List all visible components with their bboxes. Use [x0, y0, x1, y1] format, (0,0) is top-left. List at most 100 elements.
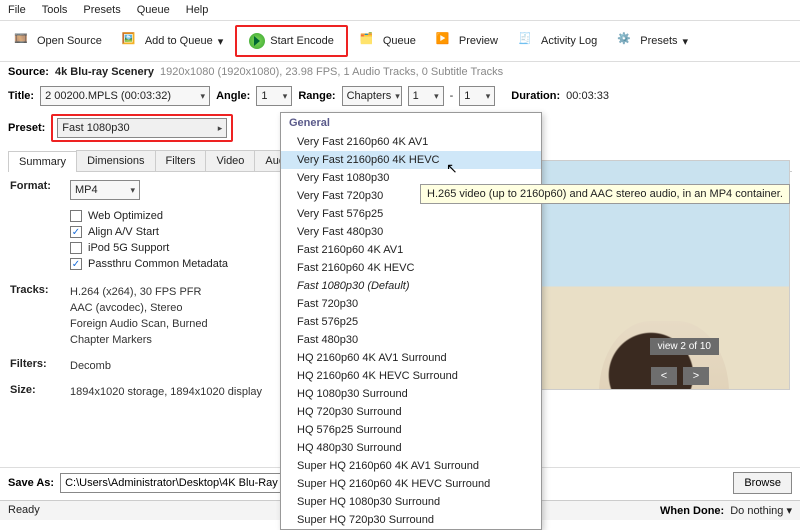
menu-file[interactable]: File	[8, 4, 26, 16]
add-queue-label: Add to Queue	[145, 35, 213, 47]
preset-option[interactable]: Super HQ 1080p30 Surround	[281, 493, 541, 511]
activity-log-button[interactable]: 🧾 Activity Log	[510, 28, 605, 54]
queue-button[interactable]: 🗂️ Queue	[352, 28, 424, 54]
angle-label: Angle:	[216, 90, 250, 102]
menu-presets[interactable]: Presets	[83, 4, 120, 16]
preset-option[interactable]: HQ 720p30 Surround	[281, 403, 541, 421]
presets-button[interactable]: ⚙️ Presets ▾	[609, 28, 696, 54]
title-select[interactable]: 2 00200.MPLS (00:03:32)▾	[40, 86, 210, 106]
preset-option[interactable]: Super HQ 2160p60 4K AV1 Surround	[281, 457, 541, 475]
filters-value: Decomb	[70, 358, 290, 374]
start-encode-button[interactable]: Start Encode	[241, 29, 342, 53]
preset-highlight: Fast 1080p30▸	[51, 114, 233, 142]
mouse-cursor-icon: ↖	[446, 160, 458, 177]
preview-counter: view 2 of 10	[650, 338, 719, 355]
when-done-select[interactable]: Do nothing ▾	[730, 504, 792, 517]
preview-next-button[interactable]: >	[683, 367, 709, 385]
preset-option[interactable]: Very Fast 480p30	[281, 223, 541, 241]
save-as-label: Save As:	[8, 477, 54, 489]
source-label: Source:	[8, 66, 49, 78]
preset-option[interactable]: HQ 1080p30 Surround	[281, 385, 541, 403]
open-source-button[interactable]: 🎞️ Open Source	[6, 28, 110, 54]
preview-icon: ▶️	[436, 32, 454, 50]
source-meta: 1920x1080 (1920x1080), 23.98 FPS, 1 Audi…	[160, 66, 503, 78]
preset-option[interactable]: Super HQ 2160p60 4K HEVC Surround	[281, 475, 541, 493]
preset-option[interactable]: Super HQ 720p30 Surround	[281, 511, 541, 529]
preset-option[interactable]: Fast 480p30	[281, 331, 541, 349]
tracks-label: Tracks:	[10, 284, 70, 348]
preset-value: Fast 1080p30	[62, 122, 129, 134]
preset-option[interactable]: Very Fast 2160p60 4K AV1	[281, 133, 541, 151]
range-from: 1	[413, 90, 419, 102]
range-select[interactable]: Chapters▾	[342, 86, 402, 106]
preset-tooltip: H.265 video (up to 2160p60) and AAC ster…	[420, 184, 790, 204]
chevron-down-icon: ▾	[683, 35, 689, 48]
preset-option[interactable]: Very Fast 2160p60 4K HEVC	[281, 151, 541, 169]
status-text: Ready	[8, 504, 40, 517]
when-done-label: When Done:	[660, 505, 724, 517]
title-value: 2 00200.MPLS (00:03:32)	[45, 90, 171, 102]
range-to-select[interactable]: 1▾	[459, 86, 495, 106]
angle-select[interactable]: 1▾	[256, 86, 292, 106]
preset-option[interactable]: Fast 2160p60 4K AV1	[281, 241, 541, 259]
format-label: Format:	[10, 180, 70, 200]
menu-help[interactable]: Help	[186, 4, 209, 16]
chevron-down-icon: ▾	[218, 35, 224, 48]
check-web-optimized[interactable]: Web Optimized	[70, 210, 290, 222]
start-encode-highlight: Start Encode	[235, 25, 348, 57]
queue-label: Queue	[383, 35, 416, 47]
check-ipod-label: iPod 5G Support	[88, 242, 169, 254]
preset-label: Preset:	[8, 122, 45, 134]
size-label: Size:	[10, 384, 70, 400]
gear-icon: ⚙️	[617, 32, 635, 50]
menu-bar: File Tools Presets Queue Help	[0, 0, 800, 21]
presets-label: Presets	[640, 35, 677, 47]
filters-label: Filters:	[10, 358, 70, 374]
preset-option[interactable]: Fast 720p30	[281, 295, 541, 313]
check-passthru-meta[interactable]: ✓Passthru Common Metadata	[70, 258, 290, 270]
preset-option[interactable]: Fast 2160p60 4K HEVC	[281, 259, 541, 277]
checkbox-icon	[70, 242, 82, 254]
preset-dropdown: General Very Fast 2160p60 4K AV1Very Fas…	[280, 112, 542, 530]
menu-tools[interactable]: Tools	[42, 4, 68, 16]
queue-icon: 🗂️	[360, 32, 378, 50]
open-source-label: Open Source	[37, 35, 102, 47]
add-to-queue-button[interactable]: 🖼️ Add to Queue ▾	[114, 28, 231, 54]
when-done-value: Do nothing	[730, 505, 783, 517]
checkbox-icon: ✓	[70, 258, 82, 270]
range-label: Range:	[298, 90, 335, 102]
tab-dimensions[interactable]: Dimensions	[76, 150, 155, 171]
range-from-select[interactable]: 1▾	[408, 86, 444, 106]
duration-value: 00:03:33	[566, 90, 609, 102]
tracks-value: H.264 (x264), 30 FPS PFR AAC (avcodec), …	[70, 284, 290, 348]
activity-label: Activity Log	[541, 35, 597, 47]
film-icon: 🎞️	[14, 32, 32, 50]
log-icon: 🧾	[518, 32, 536, 50]
save-as-input[interactable]	[60, 473, 290, 493]
tab-summary[interactable]: Summary	[8, 151, 77, 172]
preset-option[interactable]: HQ 2160p60 4K AV1 Surround	[281, 349, 541, 367]
title-row: Title: 2 00200.MPLS (00:03:32)▾ Angle: 1…	[0, 82, 800, 110]
check-align-label: Align A/V Start	[88, 226, 159, 238]
preset-option[interactable]: Very Fast 576p25	[281, 205, 541, 223]
format-value: MP4	[75, 184, 98, 196]
preview-prev-button[interactable]: <	[651, 367, 677, 385]
preset-option[interactable]: Fast 1080p30 (Default)	[281, 277, 541, 295]
preset-combo[interactable]: Fast 1080p30▸	[57, 118, 227, 138]
tab-video[interactable]: Video	[205, 150, 255, 171]
check-align-av[interactable]: ✓Align A/V Start	[70, 226, 290, 238]
preview-button[interactable]: ▶️ Preview	[428, 28, 506, 54]
preset-option[interactable]: HQ 576p25 Surround	[281, 421, 541, 439]
source-row: Source: 4k Blu-ray Scenery 1920x1080 (19…	[0, 62, 800, 82]
browse-button[interactable]: Browse	[733, 472, 792, 494]
preset-option[interactable]: HQ 2160p60 4K HEVC Surround	[281, 367, 541, 385]
toolbar: 🎞️ Open Source 🖼️ Add to Queue ▾ Start E…	[0, 21, 800, 62]
menu-queue[interactable]: Queue	[137, 4, 170, 16]
preset-option[interactable]: Fast 576p25	[281, 313, 541, 331]
preset-option[interactable]: HQ 480p30 Surround	[281, 439, 541, 457]
preview-label: Preview	[459, 35, 498, 47]
format-select[interactable]: MP4▾	[70, 180, 140, 200]
tab-filters[interactable]: Filters	[155, 150, 207, 171]
check-ipod[interactable]: iPod 5G Support	[70, 242, 290, 254]
play-icon	[249, 33, 265, 49]
